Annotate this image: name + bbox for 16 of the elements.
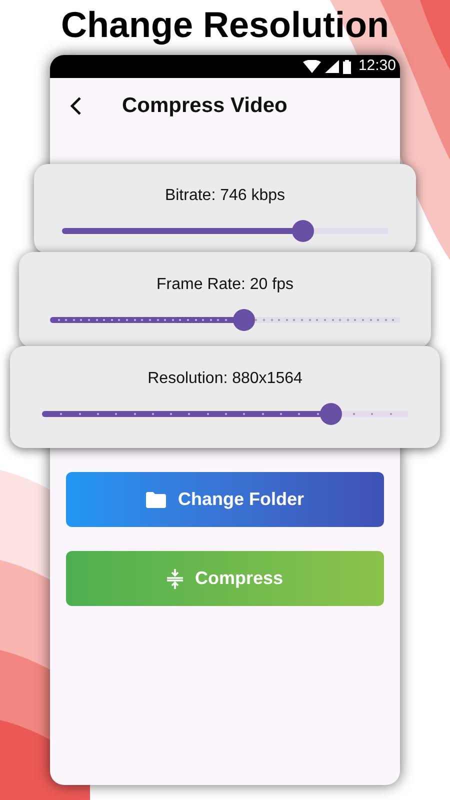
screen-title: Compress Video [122,93,288,120]
headline: Change Resolution [60,3,389,47]
signal-icon [325,60,340,73]
back-icon[interactable] [70,96,82,116]
slider-thumb[interactable] [292,220,314,242]
wifi-icon [303,60,322,73]
folder-icon [146,492,166,508]
compress-icon [166,568,183,588]
battery-icon [343,60,352,74]
status-time: 12:30 [358,56,396,76]
slider-label: Bitrate: 746 kbps [164,186,286,206]
slider-thumb[interactable] [320,403,342,425]
slider-label: Resolution: 880x1564 [148,369,302,389]
change-folder-button[interactable]: Change Folder [66,472,384,527]
slider-label: Frame Rate: 20 fps [156,275,294,295]
slider-thumb[interactable] [233,309,256,331]
